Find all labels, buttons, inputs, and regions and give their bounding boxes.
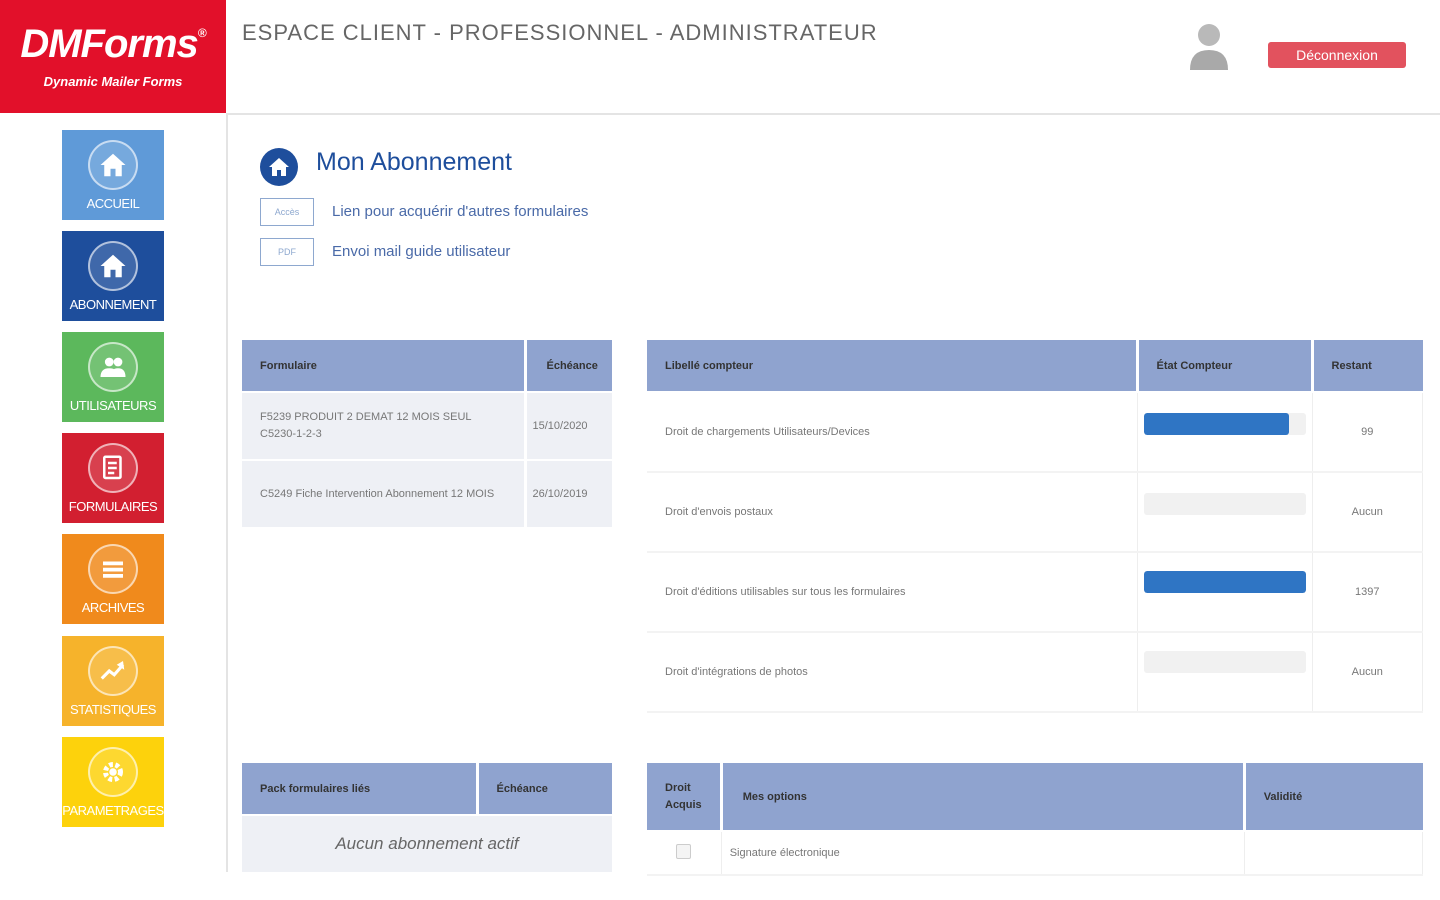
brand-logo[interactable]: DMForms® Dynamic Mailer Forms	[0, 0, 226, 113]
table-row: Droit d'éditions utilisables sur tous le…	[647, 552, 1423, 633]
column-header[interactable]: Échéance	[525, 340, 612, 393]
column-header[interactable]: Droit Acquis	[647, 763, 723, 832]
sidebar-item-utilisateurs[interactable]: UTILISATEURS	[62, 332, 164, 422]
counter-remaining: Aucun	[1312, 472, 1423, 553]
list-icon	[88, 544, 138, 594]
column-header[interactable]: Pack formulaires liés	[242, 763, 479, 816]
forms-table: Formulaire Échéance F5239 PRODUIT 2 DEMA…	[242, 340, 612, 529]
home-icon	[88, 140, 138, 190]
counter-progress-bar	[1143, 413, 1306, 435]
home-icon	[88, 241, 138, 291]
sidebar-item-label: UTILISATEURS	[69, 398, 157, 413]
pack-table: Pack formulaires liés Échéance Aucun abo…	[242, 763, 612, 874]
sidebar-item-label: FORMULAIRES	[68, 499, 158, 514]
table-row: Signature électronique	[647, 831, 1424, 876]
counter-remaining: Aucun	[1312, 632, 1423, 713]
counter-progress-fill	[1143, 571, 1306, 593]
counter-label: Droit d'envois postaux	[647, 472, 1138, 553]
counter-label: Droit de chargements Utilisateurs/Device…	[647, 392, 1138, 473]
column-header[interactable]: Validité	[1244, 763, 1423, 832]
table-row: Aucun abonnement actif	[242, 815, 612, 874]
pdf-tag[interactable]: PDF	[260, 238, 314, 266]
document-icon	[88, 443, 138, 493]
table-row: Droit d'intégrations de photos Aucun	[647, 632, 1423, 713]
trend-icon	[88, 646, 138, 696]
option-validity	[1244, 831, 1424, 876]
counter-status-cell	[1137, 472, 1313, 553]
header-divider	[226, 113, 1440, 115]
counter-label: Droit d'intégrations de photos	[647, 632, 1138, 713]
table-row[interactable]: C5249 Fiche Intervention Abonnement 12 M…	[242, 460, 612, 529]
counter-remaining: 1397	[1312, 552, 1423, 633]
counter-progress-fill	[1143, 413, 1290, 435]
counters-table: Libellé compteur État Compteur Restant D…	[647, 340, 1423, 713]
counter-status-cell	[1137, 392, 1313, 473]
home-icon	[260, 148, 298, 186]
form-due-date: 26/10/2019	[525, 460, 612, 529]
table-row: Droit de chargements Utilisateurs/Device…	[647, 392, 1423, 473]
options-table: Droit Acquis Mes options Validité Signat…	[647, 763, 1424, 876]
option-label: Signature électronique	[721, 831, 1245, 876]
sidebar-item-statistiques[interactable]: STATISTIQUES	[62, 636, 164, 726]
gear-icon	[88, 747, 138, 797]
table-row[interactable]: F5239 PRODUIT 2 DEMAT 12 MOIS SEUL C5230…	[242, 392, 612, 461]
empty-message: Aucun abonnement actif	[242, 815, 612, 874]
column-header[interactable]: Libellé compteur	[647, 340, 1139, 393]
avatar[interactable]	[1186, 20, 1232, 74]
counter-label: Droit d'éditions utilisables sur tous le…	[647, 552, 1138, 633]
counter-status-cell	[1137, 552, 1313, 633]
form-name: F5239 PRODUIT 2 DEMAT 12 MOIS SEUL C5230…	[242, 392, 527, 461]
logout-button[interactable]: Déconnexion	[1268, 42, 1406, 68]
table-row: Droit d'envois postaux Aucun	[647, 472, 1423, 553]
page-title: Mon Abonnement	[316, 148, 512, 176]
sidebar-item-label: PARAMETRAGES	[62, 803, 164, 818]
table-header-row: Droit Acquis Mes options Validité	[647, 763, 1423, 832]
sidebar-item-label: ABONNEMENT	[69, 297, 157, 312]
sidebar-item-formulaires[interactable]: FORMULAIRES	[62, 433, 164, 523]
table-header-row: Formulaire Échéance	[242, 340, 612, 393]
link-text[interactable]: Lien pour acquérir d'autres formulaires	[332, 203, 588, 220]
counter-progress-bar	[1143, 493, 1306, 515]
link-text[interactable]: Envoi mail guide utilisateur	[332, 243, 510, 260]
sidebar-divider	[226, 113, 228, 872]
column-header[interactable]: Formulaire	[242, 340, 527, 393]
column-header[interactable]: Échéance	[477, 763, 612, 816]
column-header[interactable]: Restant	[1312, 340, 1423, 393]
table-header-row: Pack formulaires liés Échéance	[242, 763, 612, 816]
header-title: ESPACE CLIENT - PROFESSIONNEL - ADMINIST…	[242, 20, 878, 45]
sidebar-item-parametrages[interactable]: PARAMETRAGES	[62, 737, 164, 827]
column-header[interactable]: Mes options	[721, 763, 1246, 832]
access-tag[interactable]: Accès	[260, 198, 314, 226]
counter-progress-bar	[1143, 651, 1306, 673]
table-header-row: Libellé compteur État Compteur Restant	[647, 340, 1423, 393]
sidebar-item-label: ARCHIVES	[81, 600, 145, 615]
user-avatar-icon	[1190, 24, 1228, 70]
option-checkbox[interactable]	[676, 844, 692, 859]
form-name: C5249 Fiche Intervention Abonnement 12 M…	[242, 460, 527, 529]
users-icon	[88, 342, 138, 392]
sidebar-item-accueil[interactable]: ACCUEIL	[62, 130, 164, 220]
form-due-date: 15/10/2020	[525, 392, 612, 461]
sidebar-item-abonnement[interactable]: ABONNEMENT	[62, 231, 164, 321]
counter-progress-bar	[1143, 571, 1306, 593]
brand-tagline: Dynamic Mailer Forms	[43, 74, 183, 89]
counter-remaining: 99	[1312, 392, 1423, 473]
sidebar-item-label: STATISTIQUES	[70, 702, 156, 717]
counter-status-cell	[1137, 632, 1313, 713]
option-check-cell	[647, 831, 722, 876]
brand-name: DMForms®	[20, 22, 206, 66]
sidebar-item-label: ACCUEIL	[86, 196, 140, 211]
sidebar-item-archives[interactable]: ARCHIVES	[62, 534, 164, 624]
column-header[interactable]: État Compteur	[1137, 340, 1314, 393]
